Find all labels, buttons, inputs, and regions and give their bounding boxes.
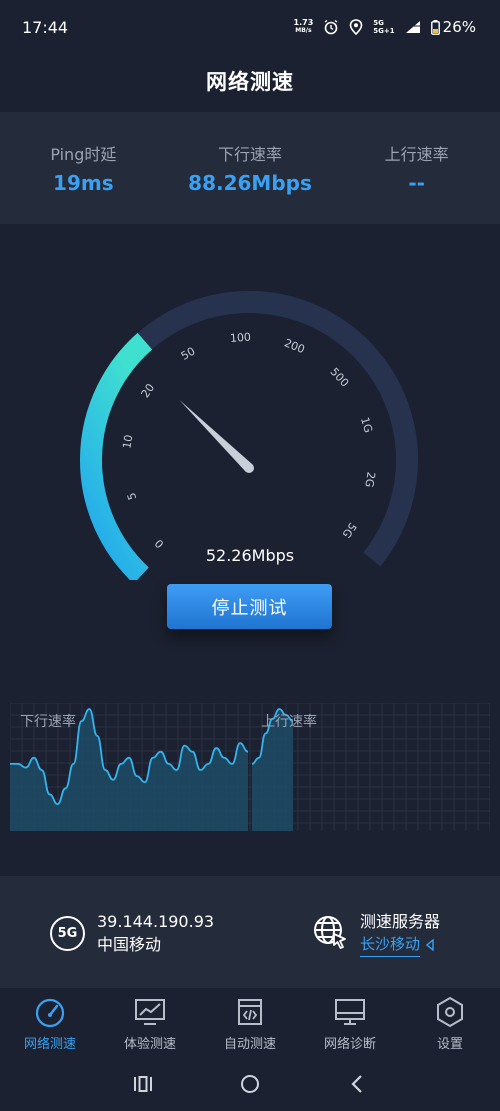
network-rate-unit: MB/s — [295, 27, 312, 34]
gauge-tick-label: 10 — [120, 434, 135, 450]
download-stat: 下行速率 88.26Mbps — [167, 141, 334, 195]
nav-auto-test-label: 自动测速 — [223, 1037, 276, 1052]
trend-monitor-icon — [134, 996, 166, 1028]
ping-stat: Ping时延 19ms — [0, 141, 167, 195]
home-button[interactable] — [230, 1064, 270, 1104]
battery-icon — [430, 19, 440, 35]
ip-address: 39.144.190.93 — [97, 912, 215, 931]
hexagon-settings-icon — [435, 996, 465, 1028]
nav-settings[interactable]: 设置 — [400, 990, 500, 1056]
graph-upload-label: 上行速率 — [261, 714, 317, 730]
download-value: 88.26Mbps — [188, 171, 312, 195]
status-bar: 17:44 1.73 MB/s 5G 5G+1 26% — [0, 0, 500, 54]
location-icon — [349, 19, 363, 35]
nav-experience-test-label: 体验测速 — [123, 1037, 176, 1052]
dual-sim-5g-indicator: 5G 5G+1 — [373, 19, 394, 35]
carrier-name: 中国移动 — [97, 935, 162, 954]
stats-panel: Ping时延 19ms 下行速率 88.26Mbps 上行速率 -- — [0, 112, 500, 224]
status-icons: 1.73 MB/s 5G 5G+1 26% — [294, 18, 476, 36]
upload-label: 上行速率 — [384, 145, 449, 164]
gauge-tick-label: 2G — [362, 471, 377, 488]
status-time: 17:44 — [22, 17, 69, 37]
gauge-tick-label: 500 — [328, 365, 352, 389]
nav-speed-test-label: 网络测速 — [23, 1037, 76, 1052]
home-icon — [240, 1074, 259, 1093]
recent-apps-icon — [134, 1075, 153, 1092]
nav-diagnosis[interactable]: 网络诊断 — [300, 990, 400, 1056]
gauge-tick-label: 20 — [139, 381, 158, 400]
stop-test-button[interactable]: 停止测试 — [167, 584, 332, 629]
system-navigation-bar — [0, 1056, 500, 1111]
upload-stat: 上行速率 -- — [333, 141, 500, 195]
upload-value: -- — [408, 171, 425, 195]
ping-label: Ping时延 — [50, 145, 117, 164]
back-button[interactable] — [337, 1064, 377, 1104]
gauge-tick-label: 1G — [358, 416, 375, 435]
gauge-tick-label: 5 — [125, 491, 139, 502]
network-info: 5G 39.144.190.93 中国移动 — [50, 910, 214, 956]
graph-download-label: 下行速率 — [20, 714, 76, 730]
gauge-needle — [179, 399, 253, 472]
nav-experience-test[interactable]: 体验测速 — [100, 990, 200, 1056]
sim2-network: 5G+1 — [373, 27, 395, 35]
server-title: 测速服务器 — [360, 912, 441, 931]
network-type-badge: 5G — [50, 915, 85, 951]
nav-diagnosis-label: 网络诊断 — [323, 1037, 376, 1052]
back-icon — [351, 1074, 362, 1093]
globe-cursor-icon — [312, 914, 348, 954]
battery-indicator: 26% — [430, 18, 476, 36]
battery-percent: 26% — [442, 18, 476, 36]
nav-settings-label: 设置 — [436, 1037, 463, 1052]
signal-icon — [405, 20, 421, 34]
speed-gauge-svg: 05102050100 2005001G2G5G — [80, 291, 418, 584]
current-speed-readout: 52.26Mbps — [205, 546, 295, 565]
recent-apps-button[interactable] — [123, 1064, 163, 1104]
code-document-icon — [235, 996, 265, 1028]
realtime-speed-graph: 下行速率 上行速率 — [9, 702, 491, 831]
gauge-tick-label: 5G — [340, 520, 360, 540]
ping-value: 19ms — [53, 171, 114, 195]
speed-graph-svg — [9, 702, 491, 831]
server-name-link[interactable]: 长沙移动 — [360, 933, 421, 957]
gauge-tick-label: 100 — [230, 331, 252, 345]
bottom-navigation: 网络测速 体验测速 自动测速 网络诊断 设置 — [0, 990, 500, 1056]
network-rate-value: 1.73 — [293, 18, 314, 27]
speed-gauge: 0 5 10 20 50 100 200 500 1G 2G 5G — [0, 290, 500, 584]
nav-auto-test[interactable]: 自动测速 — [200, 990, 300, 1056]
caret-left-icon — [425, 936, 434, 955]
sim1-network: 5G — [373, 19, 384, 27]
gauge-needle-hub — [244, 463, 254, 473]
monitor-icon — [334, 996, 366, 1028]
download-label: 下行速率 — [218, 145, 283, 164]
gauge-tick-label: 200 — [282, 336, 306, 356]
gauge-progress-arc — [80, 332, 153, 584]
page-title: 网络测速 — [206, 70, 294, 94]
network-rate-indicator: 1.73 MB/s — [294, 19, 314, 35]
gauge-tick-label: 50 — [179, 345, 198, 363]
speedometer-icon — [33, 996, 67, 1028]
server-selector[interactable]: 测速服务器 长沙移动 — [312, 910, 440, 957]
nav-speed-test[interactable]: 网络测速 — [0, 990, 100, 1056]
alarm-icon — [323, 19, 339, 35]
